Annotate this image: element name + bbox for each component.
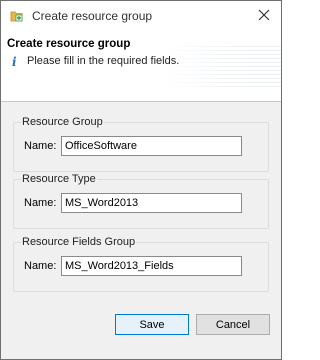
resource-group-name-label: Name: — [24, 140, 57, 152]
header-decoration — [161, 46, 281, 90]
window-title: Create resource group — [32, 9, 153, 23]
resource-type-name-input[interactable] — [61, 193, 242, 213]
save-button[interactable]: Save — [115, 314, 189, 335]
close-icon — [258, 9, 270, 24]
resource-fields-group-name-input[interactable] — [61, 256, 242, 276]
resource-group-name-input[interactable] — [61, 136, 242, 156]
dialog-header: Create resource group i Please fill in t… — [1, 32, 281, 102]
close-button[interactable] — [247, 1, 281, 32]
header-message: Please fill in the required fields. — [27, 55, 180, 67]
info-icon: i — [12, 55, 17, 69]
resource-fields-group-section: Resource Fields Group Name: — [13, 236, 269, 292]
resource-group-legend: Resource Group — [21, 116, 104, 128]
resource-type-name-label: Name: — [24, 197, 57, 209]
dialog-window: Create resource group Create resource gr… — [0, 0, 282, 360]
resource-type-section: Resource Type Name: — [13, 173, 269, 229]
title-bar[interactable]: Create resource group — [1, 1, 281, 32]
header-title: Create resource group — [7, 38, 131, 50]
resource-group-section: Resource Group Name: — [13, 116, 269, 172]
folder-add-icon — [10, 9, 24, 23]
cancel-button[interactable]: Cancel — [196, 314, 270, 335]
resource-fields-group-name-label: Name: — [24, 260, 57, 272]
resource-fields-group-legend: Resource Fields Group — [21, 236, 137, 248]
resource-type-legend: Resource Type — [21, 173, 97, 185]
